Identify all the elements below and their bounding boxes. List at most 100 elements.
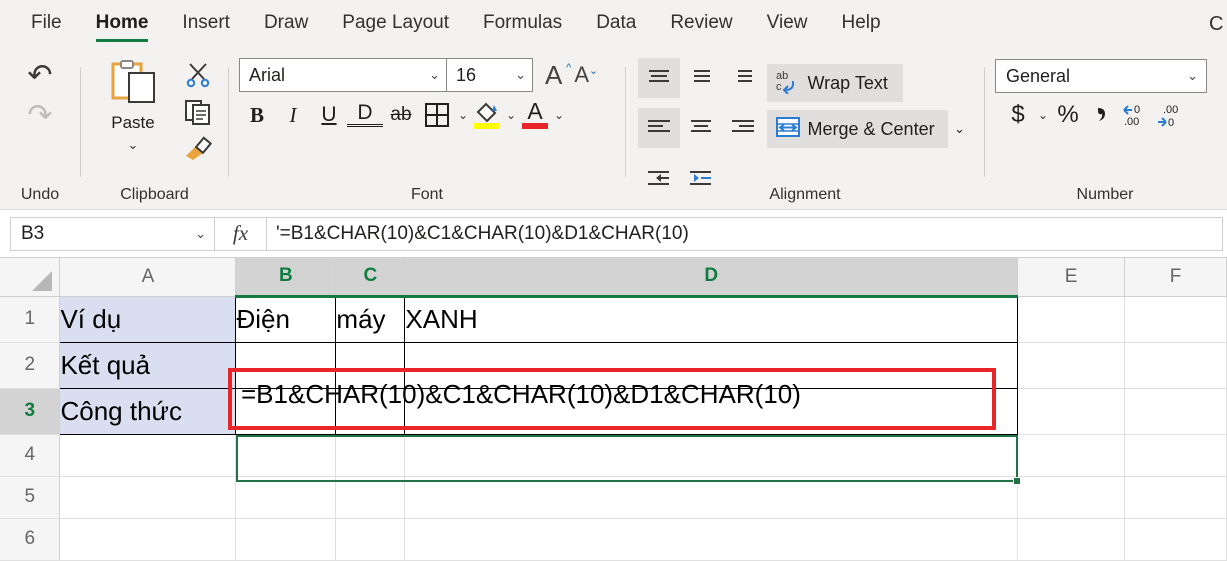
cell-C2[interactable] xyxy=(335,341,406,389)
cell-D2[interactable] xyxy=(404,341,1019,389)
cell-A6[interactable] xyxy=(59,518,237,561)
double-underline-button[interactable]: D xyxy=(347,101,383,127)
tab-help[interactable]: Help xyxy=(824,0,897,48)
cell-A1[interactable]: Ví dụ xyxy=(59,295,237,343)
chevron-down-icon[interactable]: ⌄ xyxy=(947,110,972,148)
row-header-4[interactable]: 4 xyxy=(0,434,61,477)
wrap-text-button[interactable]: ab c Wrap Text xyxy=(766,64,903,102)
cell-D1[interactable]: XANH xyxy=(404,295,1019,343)
align-left-button[interactable] xyxy=(638,108,680,149)
cell-E4[interactable] xyxy=(1017,434,1126,477)
cell-F6[interactable] xyxy=(1124,518,1227,561)
redo-icon[interactable]: ↷ xyxy=(10,96,70,136)
cell-E2[interactable] xyxy=(1017,342,1126,389)
copy-icon[interactable] xyxy=(184,99,212,130)
cell-C1[interactable]: máy xyxy=(335,295,406,343)
tab-review[interactable]: Review xyxy=(653,0,749,48)
cut-icon[interactable] xyxy=(184,62,212,93)
cell-B5[interactable] xyxy=(235,476,337,519)
tab-view[interactable]: View xyxy=(750,0,825,48)
cell-B1[interactable]: Điện xyxy=(235,295,337,343)
row-header-1[interactable]: 1 xyxy=(0,296,61,343)
font-color-button[interactable]: A xyxy=(519,100,551,129)
chevron-down-icon[interactable]: ⌄ xyxy=(191,226,206,242)
name-box[interactable]: B3 ⌄ xyxy=(10,216,215,251)
cell-F3[interactable] xyxy=(1124,388,1227,435)
row-header-3[interactable]: 3 xyxy=(0,388,61,435)
column-header-a[interactable]: A xyxy=(59,258,237,297)
font-size-input[interactable]: 16 ⌄ xyxy=(447,58,533,92)
chevron-down-icon[interactable]: ⌄ xyxy=(128,137,139,153)
bold-button[interactable]: B xyxy=(239,97,275,133)
tab-file[interactable]: File xyxy=(14,0,79,48)
cell-F4[interactable] xyxy=(1124,434,1227,477)
merge-center-button[interactable]: Merge & Center ⌄ xyxy=(766,110,972,148)
comma-style-button[interactable] xyxy=(1085,102,1119,128)
row-header-2[interactable]: 2 xyxy=(0,342,61,389)
insert-function-icon[interactable]: fx xyxy=(215,216,267,251)
cell-C3[interactable] xyxy=(335,387,406,435)
increase-decimal-button[interactable]: .00 0 xyxy=(1153,102,1187,128)
increase-font-size-button[interactable]: A ^ xyxy=(545,60,571,91)
row-header-6[interactable]: 6 xyxy=(0,518,61,561)
column-header-e[interactable]: E xyxy=(1017,258,1126,297)
column-header-d[interactable]: D xyxy=(404,258,1019,298)
percent-style-button[interactable]: % xyxy=(1051,101,1085,129)
cell-D3[interactable] xyxy=(404,387,1019,435)
column-header-f[interactable]: F xyxy=(1124,258,1227,297)
cell-F2[interactable] xyxy=(1124,342,1227,389)
tab-page-layout[interactable]: Page Layout xyxy=(325,0,466,48)
cell-B2[interactable] xyxy=(235,341,337,389)
tab-insert[interactable]: Insert xyxy=(165,0,247,48)
cell-C6[interactable] xyxy=(335,518,406,561)
fill-color-button[interactable] xyxy=(471,101,503,129)
tab-formulas[interactable]: Formulas xyxy=(466,0,579,48)
cell-C4[interactable] xyxy=(335,434,406,477)
top-align-button[interactable] xyxy=(638,58,680,98)
underline-button[interactable]: U xyxy=(311,97,347,133)
cell-E1[interactable] xyxy=(1017,296,1126,343)
cell-A2[interactable]: Kết quả xyxy=(59,341,237,389)
cell-F5[interactable] xyxy=(1124,476,1227,519)
font-name-input[interactable]: Arial ⌄ xyxy=(239,58,447,92)
cell-F1[interactable] xyxy=(1124,296,1227,343)
select-all-corner[interactable] xyxy=(0,258,61,297)
cell-B3[interactable] xyxy=(235,387,337,435)
cell-E5[interactable] xyxy=(1017,476,1126,519)
cell-D5[interactable] xyxy=(404,476,1019,519)
cell-A3[interactable]: Công thức xyxy=(59,387,237,435)
chevron-down-icon[interactable]: ⌄ xyxy=(503,108,519,122)
tab-overflow-partial[interactable]: C xyxy=(1209,13,1227,36)
undo-icon[interactable]: ↶ xyxy=(10,56,70,96)
middle-align-button[interactable] xyxy=(680,58,722,98)
chevron-down-icon[interactable]: ⌄ xyxy=(1035,108,1051,122)
tab-data[interactable]: Data xyxy=(579,0,653,48)
decrease-decimal-button[interactable]: 0 .00 xyxy=(1119,102,1153,128)
cell-C5[interactable] xyxy=(335,476,406,519)
formula-input[interactable]: '=B1&CHAR(10)&C1&CHAR(10)&D1&CHAR(10) xyxy=(267,216,1223,251)
cell-D4[interactable] xyxy=(404,434,1019,477)
chevron-down-icon[interactable]: ⌄ xyxy=(455,108,471,122)
cell-E6[interactable] xyxy=(1017,518,1126,561)
italic-button[interactable]: I xyxy=(275,97,311,133)
bottom-align-button[interactable] xyxy=(722,58,764,98)
chevron-down-icon[interactable]: ⌄ xyxy=(425,67,440,83)
tab-draw[interactable]: Draw xyxy=(247,0,325,48)
strikethrough-button[interactable]: ab xyxy=(383,97,419,133)
column-header-b[interactable]: B xyxy=(235,258,337,298)
decrease-font-size-button[interactable]: A ⌄ xyxy=(574,62,598,88)
cell-A5[interactable] xyxy=(59,476,237,519)
cell-B4[interactable] xyxy=(235,434,337,477)
fill-handle[interactable] xyxy=(1013,477,1021,485)
cell-B6[interactable] xyxy=(235,518,337,561)
number-format-select[interactable]: General ⌄ xyxy=(995,59,1207,93)
center-align-button[interactable] xyxy=(680,108,722,148)
format-painter-icon[interactable] xyxy=(183,136,213,167)
chevron-down-icon[interactable]: ⌄ xyxy=(511,67,526,83)
align-right-button[interactable] xyxy=(722,108,764,148)
tab-home[interactable]: Home xyxy=(79,0,166,48)
cell-E3[interactable] xyxy=(1017,388,1126,435)
column-header-c[interactable]: C xyxy=(335,258,406,298)
currency-button[interactable]: $ xyxy=(1001,101,1035,129)
chevron-down-icon[interactable]: ⌄ xyxy=(1183,68,1198,84)
